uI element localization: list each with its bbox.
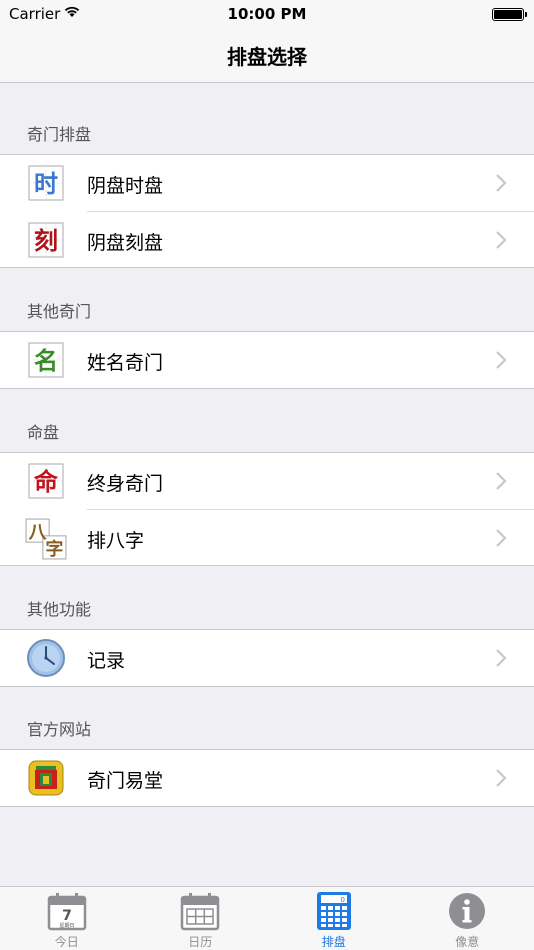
row-label: 排八字 — [87, 530, 145, 552]
calculator-display: 0 — [340, 896, 344, 904]
calendar-day-number: 7 — [62, 908, 72, 924]
row-label: 姓名奇门 — [87, 352, 164, 374]
row-yinpan-kepan[interactable]: 刻 阴盘刻盘 — [28, 211, 534, 267]
ming-fate-glyph-icon: 命 — [28, 463, 64, 499]
section-header-qimen: 奇门排盘 — [0, 84, 534, 154]
clock-icon — [27, 639, 65, 677]
tab-paipan[interactable]: 0 排盘 — [267, 887, 401, 950]
section-group-other-qimen: 名 姓名奇门 — [0, 331, 534, 389]
settings-list: 奇门排盘 时 阴盘时盘 刻 阴盘刻盘 其他奇门 名 姓名奇门 命盘 命 终身奇门… — [0, 84, 534, 807]
chevron-right-icon — [496, 769, 507, 787]
app-logo-icon — [28, 760, 64, 796]
calendar-grid-icon — [181, 893, 220, 931]
tab-calendar[interactable]: 日历 — [134, 887, 268, 950]
row-yinpan-shipan[interactable]: 时 阴盘时盘 — [0, 155, 534, 211]
ming-name-glyph: 名 — [34, 347, 58, 375]
calendar-weekday: 星期日 — [59, 923, 74, 929]
tab-xiangyi[interactable]: 像意 — [401, 887, 534, 950]
ke-glyph-icon: 刻 — [28, 222, 64, 258]
status-bar: Carrier 10:00 PM — [0, 0, 534, 28]
shi-glyph: 时 — [34, 170, 58, 198]
section-header-other-functions: 其他功能 — [0, 566, 534, 629]
ming-fate-glyph: 命 — [34, 468, 59, 496]
section-group-mingpan: 命 终身奇门 八 字 排八字 — [0, 452, 534, 566]
tab-today[interactable]: 7 星期日 今日 — [0, 887, 134, 950]
page-title: 排盘选择 — [227, 45, 307, 69]
row-name-qimen[interactable]: 名 姓名奇门 — [0, 332, 534, 388]
section-group-other-functions: 记录 — [0, 629, 534, 687]
tab-label: 像意 — [455, 935, 480, 949]
calculator-icon: 0 — [316, 892, 351, 930]
tab-bar: 7 星期日 今日 日历 0 排盘 像意 — [0, 886, 534, 950]
bazi-glyph-icon: 八 字 — [25, 518, 67, 560]
section-header-label: 其他功能 — [27, 600, 92, 619]
chevron-right-icon — [496, 174, 507, 192]
ke-glyph: 刻 — [34, 227, 58, 255]
section-header-other-qimen: 其他奇门 — [0, 268, 534, 331]
navigation-bar: 排盘选择 — [0, 28, 534, 83]
row-qimen-yitang[interactable]: 奇门易堂 — [0, 750, 534, 806]
row-lifelong-qimen[interactable]: 命 终身奇门 — [0, 453, 534, 509]
row-label: 阴盘刻盘 — [87, 232, 164, 254]
row-label: 记录 — [87, 650, 126, 672]
tab-label: 排盘 — [321, 935, 346, 949]
row-label: 终身奇门 — [87, 473, 164, 495]
clock-time: 10:00 PM — [227, 5, 307, 23]
shi-glyph-icon: 时 — [28, 165, 64, 201]
section-header-label: 奇门排盘 — [27, 125, 92, 144]
chevron-right-icon — [496, 231, 507, 249]
battery-icon — [492, 8, 527, 21]
section-header-official-site: 官方网站 — [0, 687, 534, 749]
chevron-right-icon — [496, 351, 507, 369]
chevron-right-icon — [496, 472, 507, 490]
section-header-label: 命盘 — [27, 423, 60, 442]
chevron-right-icon — [496, 529, 507, 547]
row-records[interactable]: 记录 — [0, 630, 534, 686]
zi-glyph: 字 — [45, 538, 63, 560]
tab-label: 日历 — [188, 935, 213, 949]
row-label: 阴盘时盘 — [87, 175, 164, 197]
row-bazi[interactable]: 八 字 排八字 — [25, 509, 534, 565]
ba-glyph: 八 — [29, 522, 47, 543]
tab-label: 今日 — [54, 935, 79, 949]
ming-name-glyph-icon: 名 — [28, 342, 64, 378]
section-header-label: 官方网站 — [27, 720, 92, 739]
chevron-right-icon — [496, 649, 507, 667]
calendar-day-icon: 7 星期日 — [47, 893, 86, 931]
section-header-label: 其他奇门 — [27, 302, 92, 321]
row-label: 奇门易堂 — [87, 770, 164, 792]
section-group-official-site: 奇门易堂 — [0, 749, 534, 807]
section-header-mingpan: 命盘 — [0, 389, 534, 452]
info-icon — [449, 893, 486, 929]
section-group-qimen: 时 阴盘时盘 刻 阴盘刻盘 — [0, 154, 534, 268]
